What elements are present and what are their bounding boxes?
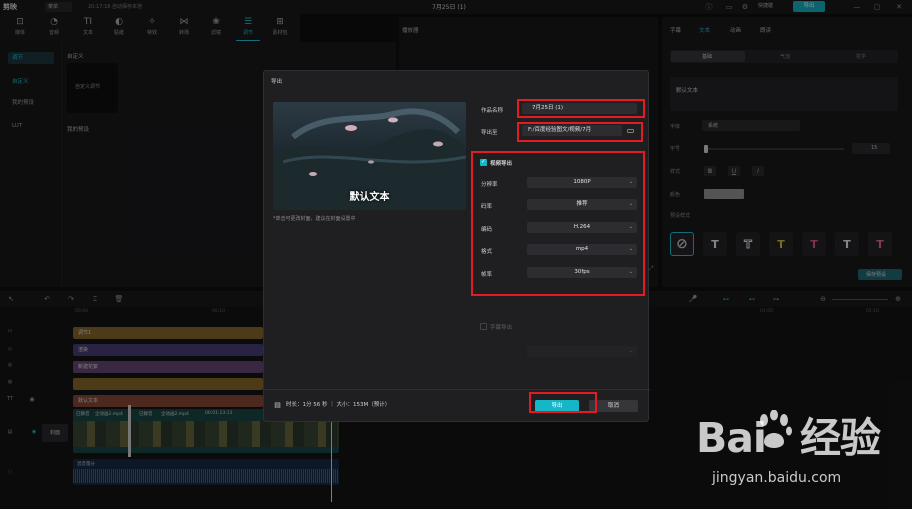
cover-edit-hint: *单击可更改封面，建议在封面设置中	[273, 216, 356, 222]
chevron-down-icon: ⌄	[628, 246, 633, 252]
subtitle-export-checkbox[interactable]	[480, 323, 487, 330]
bitrate-select[interactable]: 推荐 ⌄	[527, 199, 637, 210]
dialog-title: 导出	[271, 79, 283, 85]
codec-select[interactable]: H.264 ⌄	[527, 222, 637, 233]
export-button[interactable]: 导出	[535, 400, 579, 412]
path-label: 导出至	[481, 130, 498, 136]
bitrate-label: 码率	[481, 204, 493, 210]
subtitle-format-select: ⌄	[527, 346, 637, 357]
cancel-button[interactable]: 取消	[589, 400, 638, 412]
chevron-down-icon: ⌄	[628, 269, 633, 275]
chevron-down-icon: ⌄	[628, 348, 633, 354]
format-select[interactable]: mp4 ⌄	[527, 244, 637, 255]
watermark: Bai 经验 jingyan.baidu.com	[696, 404, 908, 504]
framerate-label: 帧率	[481, 272, 493, 278]
film-icon: ▤	[274, 400, 281, 409]
chevron-down-icon: ⌄	[628, 224, 633, 230]
chevron-down-icon: ⌄	[628, 201, 633, 207]
chevron-down-icon: ⌄	[628, 179, 633, 185]
resolution-select[interactable]: 1080P ⌄	[527, 177, 637, 188]
export-dialog: 导出 默认文本 *单击可更改封面，建议在封面设置中 作品名称 7月25日 (1)	[263, 70, 650, 422]
subtitle-export-label: 字幕导出	[490, 325, 513, 331]
resolution-label: 分辨率	[481, 182, 498, 188]
codec-label: 编码	[481, 227, 493, 233]
cover-caption: 默认文本	[349, 192, 390, 203]
duration-size-info: 时长：1分 56 秒 ｜ 大小：153M（预计）	[286, 402, 391, 408]
video-export-label: 视频导出	[490, 161, 513, 167]
name-label: 作品名称	[481, 108, 504, 114]
path-input[interactable]: F:/百度经验图文/视频/7月	[522, 125, 622, 136]
name-input[interactable]: 7月25日 (1)	[522, 103, 637, 114]
paw-icon	[760, 410, 792, 448]
dialog-footer-divider	[264, 389, 650, 390]
cover-preview[interactable]: 默认文本	[273, 102, 466, 210]
format-label: 格式	[481, 249, 493, 255]
watermark-url: jingyan.baidu.com	[712, 470, 842, 486]
folder-icon[interactable]: ▭	[625, 125, 636, 136]
framerate-select[interactable]: 30fps ⌄	[527, 267, 637, 278]
video-export-checkbox[interactable]: ✓	[480, 158, 487, 166]
